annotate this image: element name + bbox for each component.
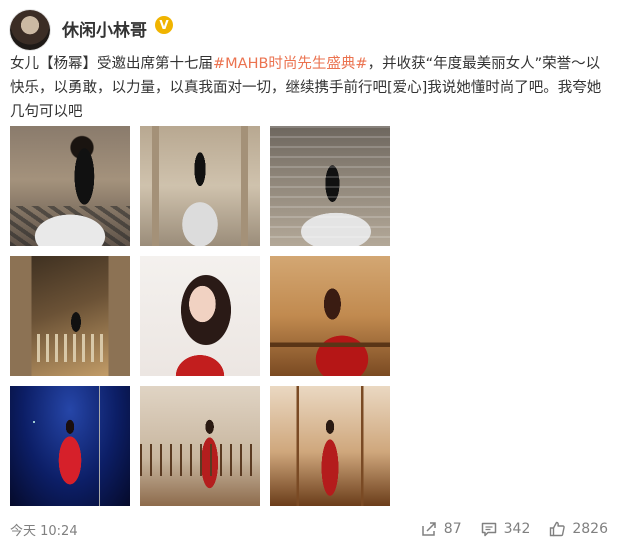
photo-thumbnail[interactable]: [270, 256, 390, 376]
photo-thumbnail[interactable]: [270, 386, 390, 506]
verified-badge-icon: V: [155, 16, 173, 34]
post-text-before: 女儿【杨幂】受邀出席第十七届: [10, 56, 213, 72]
like-button[interactable]: 2826: [548, 520, 608, 538]
repost-button[interactable]: 87: [420, 520, 462, 538]
photo-thumbnail[interactable]: [270, 126, 390, 246]
thumbs-up-icon: [550, 521, 566, 537]
photo-thumbnail[interactable]: [140, 126, 260, 246]
avatar[interactable]: [10, 10, 50, 50]
share-arrow-icon: [422, 522, 436, 536]
comment-count: 342: [503, 521, 531, 537]
action-bar: 87 342 2826: [420, 518, 608, 540]
photo-thumbnail[interactable]: [10, 126, 130, 246]
comment-button[interactable]: 342: [480, 520, 531, 538]
post-timestamp[interactable]: 今天 10:24: [10, 520, 78, 539]
photo-thumbnail[interactable]: [140, 256, 260, 376]
comment-bubble-icon: [481, 522, 496, 537]
repost-count: 87: [443, 521, 462, 537]
hashtag-link[interactable]: #MAHB时尚先生盛典#: [213, 56, 368, 72]
username[interactable]: 休闲小林哥: [62, 16, 147, 41]
photo-grid: [10, 126, 391, 509]
photo-thumbnail[interactable]: [10, 386, 130, 506]
photo-thumbnail[interactable]: [10, 256, 130, 376]
post-text: 女儿【杨幂】受邀出席第十七届#MAHB时尚先生盛典#，并收获“年度最美丽女人”荣…: [10, 52, 608, 124]
like-count: 2826: [572, 521, 608, 537]
photo-thumbnail[interactable]: [140, 386, 260, 506]
